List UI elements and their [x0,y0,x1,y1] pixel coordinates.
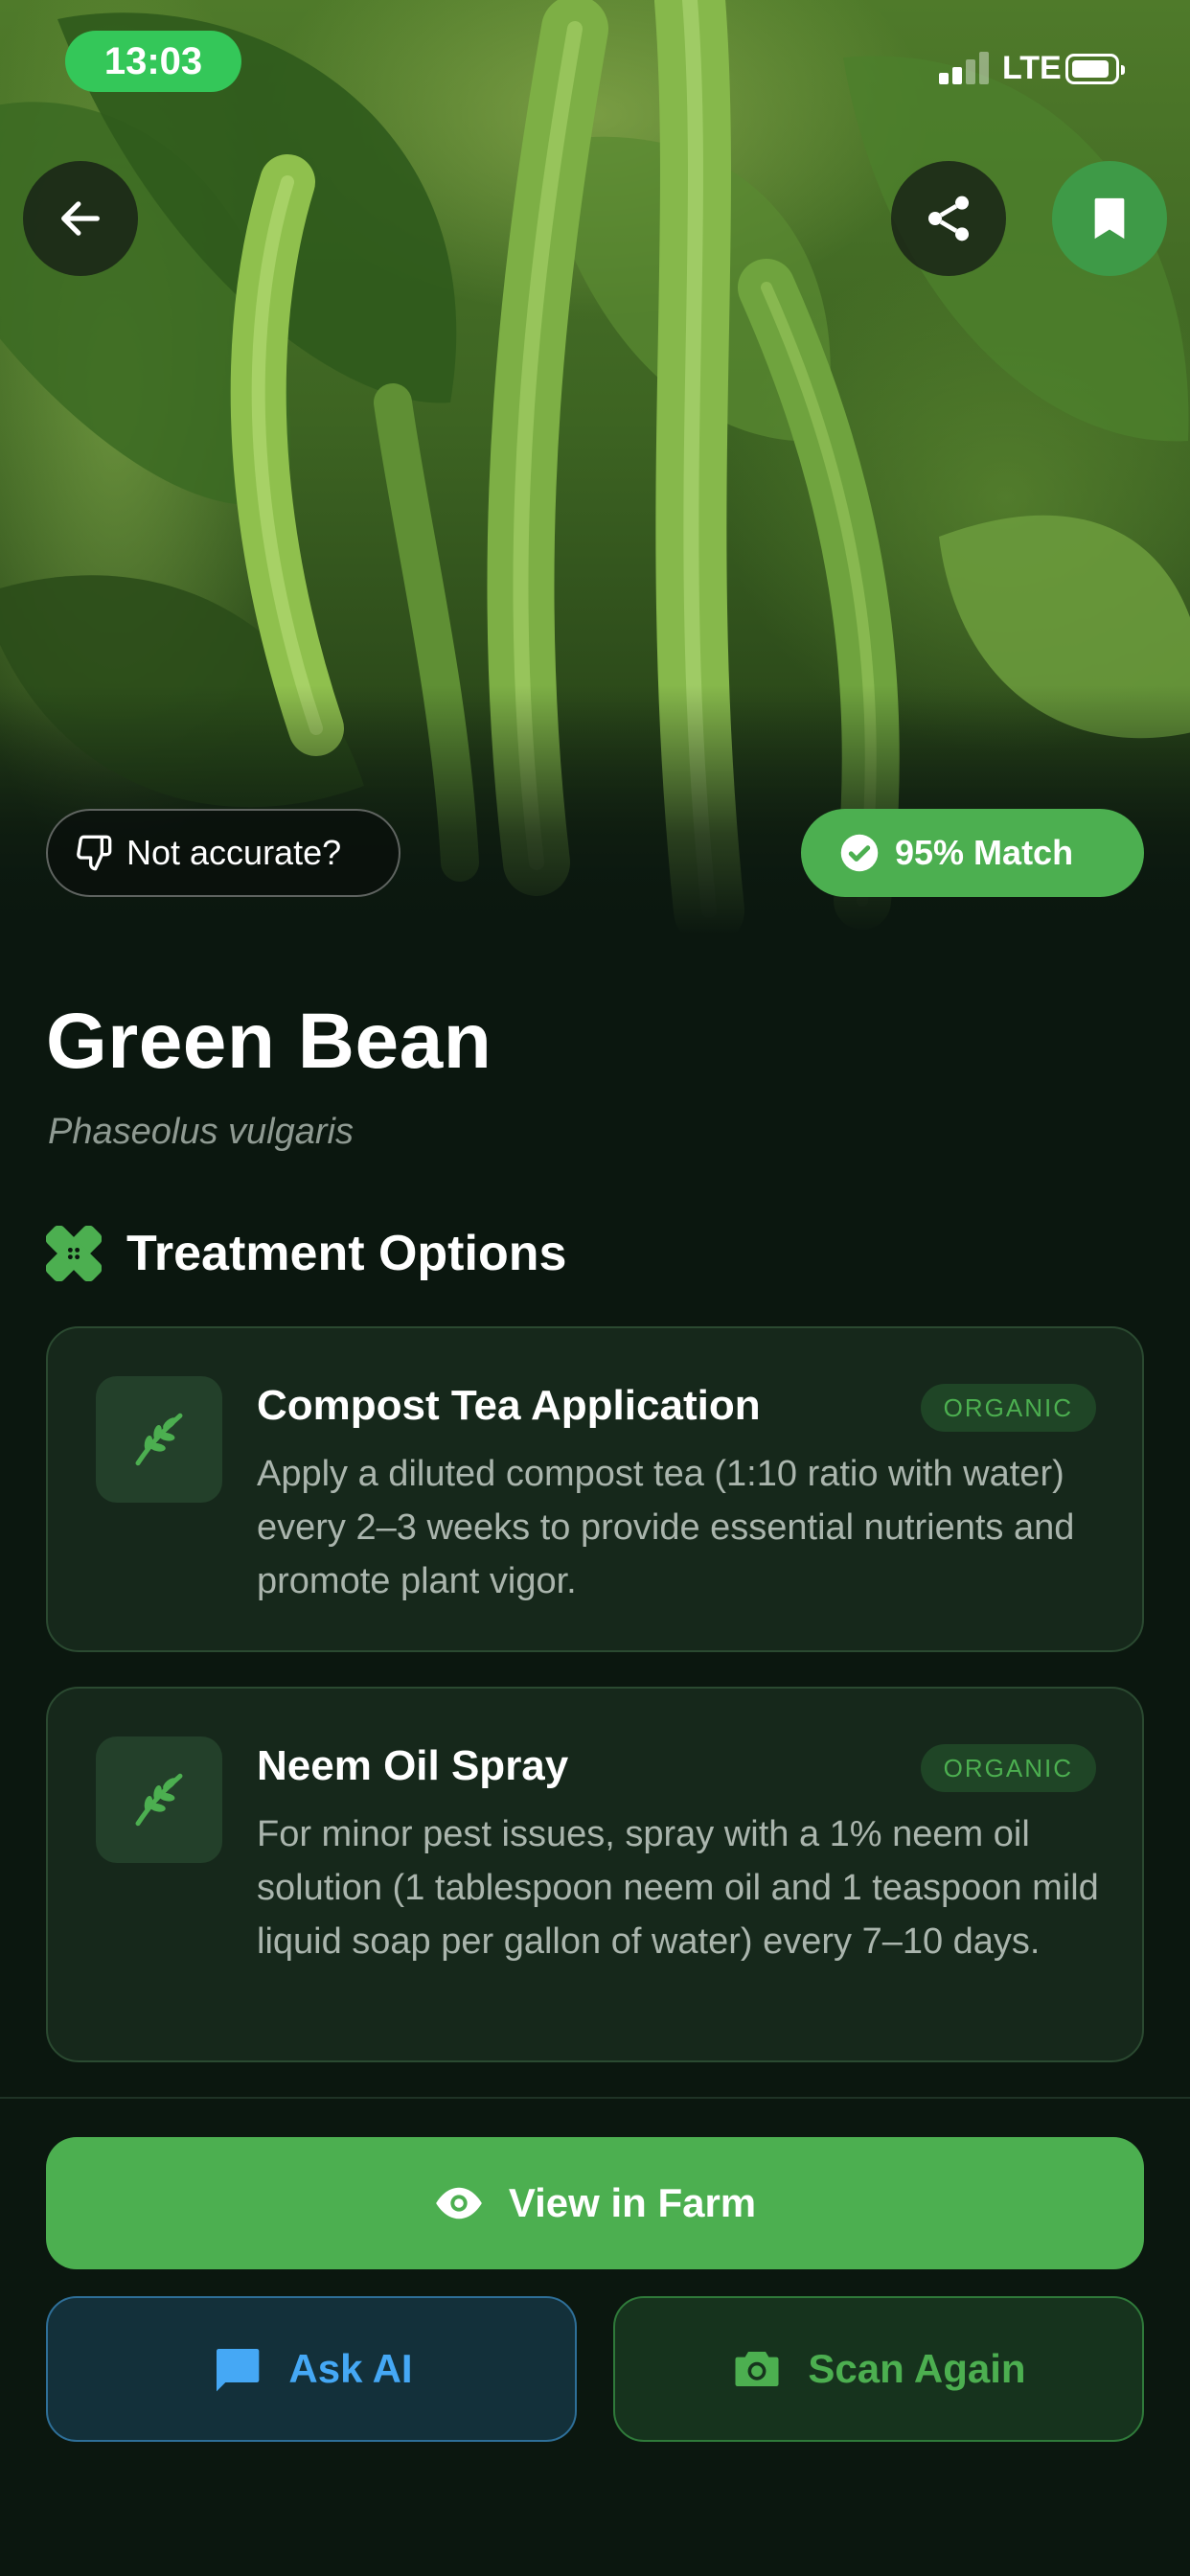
bookmark-button[interactable] [1052,161,1167,276]
ask-ai-label: Ask AI [288,2346,413,2391]
treatment-icon-box [96,1736,222,1863]
treatment-description: For minor pest issues, spray with a 1% n… [257,1814,1099,1962]
organic-badge: ORGANIC [920,1384,1096,1432]
network-type: LTE [1002,50,1062,86]
scan-again-label: Scan Again [808,2346,1026,2391]
arrow-left-icon [61,201,100,236]
status-bar: 13:03 LTE [0,0,1190,134]
plant-hero-image [0,0,1190,934]
share-icon [928,196,969,242]
match-label: 95% Match [895,833,1074,872]
treatment-section-title: Treatment Options [126,1226,567,1281]
bottom-divider [0,2097,1190,2099]
match-badge: 95% Match [801,809,1144,897]
scan-again-button[interactable]: Scan Again [613,2296,1144,2442]
treatment-card[interactable]: Neem Oil Spray ORGANIC For minor pest is… [46,1687,1144,2062]
plant-scientific-name: Phaseolus vulgaris [48,1112,354,1152]
plant-common-name: Green Bean [46,998,492,1085]
battery-icon [1065,54,1125,84]
thumbs-down-icon [75,834,113,872]
check-circle-icon [839,833,880,873]
treatment-icon-box [96,1376,222,1503]
treatment-title: Compost Tea Application [257,1382,761,1429]
back-button[interactable] [23,161,138,276]
leaf-icon [135,1413,183,1466]
treatment-title: Neem Oil Spray [257,1742,569,1789]
view-in-farm-label: View in Farm [508,2180,757,2225]
treatment-section-header: Treatment Options [46,1225,566,1282]
leaf-icon [135,1773,183,1827]
organic-badge: ORGANIC [920,1744,1096,1792]
plant-detail-screen: 13:03 LTE Not accurate? 95% Match Green … [0,0,1190,2576]
bookmark-icon [1094,197,1125,240]
chat-icon [210,2342,263,2396]
view-in-farm-button[interactable]: View in Farm [46,2137,1144,2269]
camera-icon [731,2343,783,2395]
treatment-card[interactable]: Compost Tea Application ORGANIC Apply a … [46,1326,1144,1652]
ask-ai-button[interactable]: Ask AI [46,2296,577,2442]
signal-strength-icon [939,52,993,84]
not-accurate-label: Not accurate? [126,833,342,872]
share-button[interactable] [891,161,1006,276]
status-time: 13:03 [65,31,241,92]
eye-icon [434,2178,484,2228]
bandage-icon [46,1226,102,1281]
not-accurate-button[interactable]: Not accurate? [46,809,400,897]
treatment-description: Apply a diluted compost tea (1:10 ratio … [257,1454,1075,1601]
